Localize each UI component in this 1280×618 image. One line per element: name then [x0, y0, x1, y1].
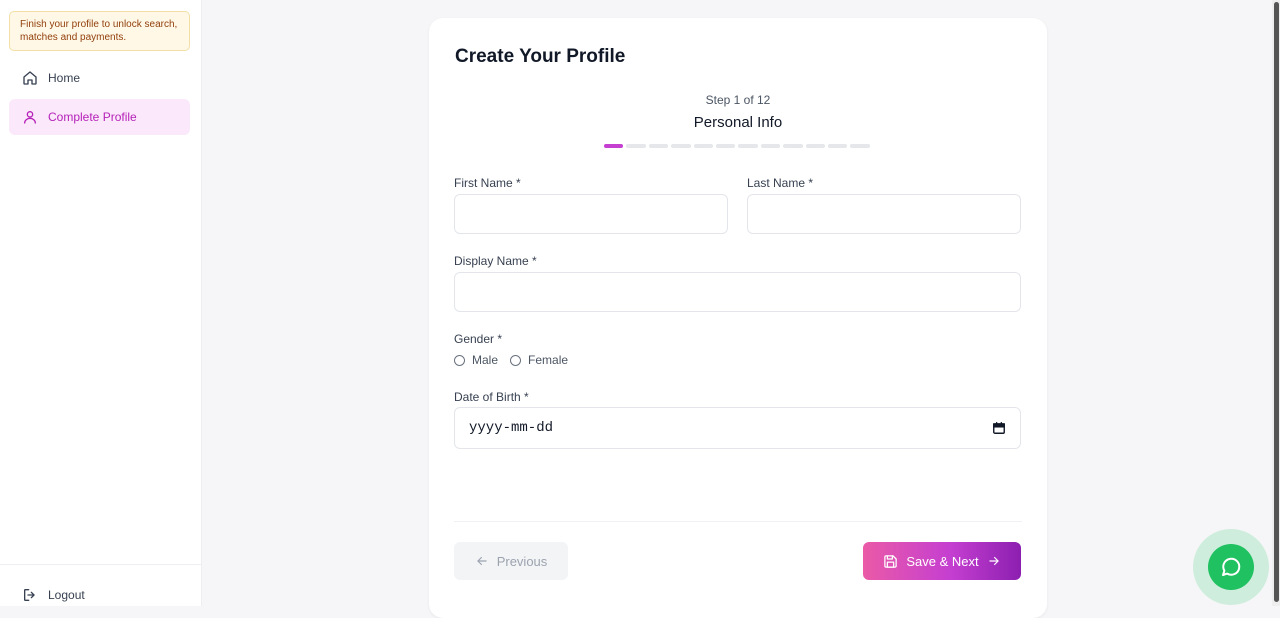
gender-radio-female[interactable]: Female — [510, 353, 568, 367]
page-title: Create Your Profile — [455, 46, 626, 67]
progress-segment — [715, 144, 736, 148]
sidebar-item-label: Home — [48, 71, 81, 85]
step-progress — [604, 144, 870, 148]
save-next-label: Save & Next — [906, 553, 979, 569]
arrow-left-icon — [475, 554, 489, 568]
last-name-label: Last Name * — [747, 176, 814, 190]
calendar-icon[interactable] — [992, 421, 1006, 435]
progress-segment — [626, 144, 646, 148]
previous-label: Previous — [496, 553, 548, 569]
radio-label: Female — [528, 353, 569, 367]
gender-radio-group: Male Female — [454, 353, 580, 367]
profile-incomplete-notice: Finish your profile to unlock search, ma… — [9, 11, 190, 51]
logout-button[interactable]: Logout — [9, 577, 190, 613]
previous-button[interactable]: Previous — [454, 542, 568, 580]
home-icon — [22, 70, 38, 86]
progress-segment — [783, 144, 803, 148]
radio-circle — [454, 354, 465, 366]
scrollbar-thumb[interactable] — [1274, 2, 1279, 602]
chat-icon — [1219, 555, 1243, 579]
sidebar-item-complete-profile[interactable]: Complete Profile — [9, 99, 190, 135]
display-name-label: Display Name * — [454, 254, 537, 268]
step-counter: Step 1 of 12 — [705, 93, 771, 107]
radio-circle — [510, 354, 522, 366]
logout-icon — [22, 587, 38, 603]
progress-segment — [760, 144, 781, 148]
progress-segment — [738, 144, 758, 148]
gender-radio-male[interactable]: Male — [454, 353, 498, 367]
footer-divider — [454, 521, 1022, 522]
gender-label: Gender * — [454, 332, 503, 346]
dob-label: Date of Birth * — [454, 390, 529, 404]
user-icon — [22, 109, 38, 125]
first-name-label: First Name * — [454, 176, 521, 190]
sidebar-item-home[interactable]: Home — [9, 60, 190, 96]
save-next-button[interactable]: Save & Next — [863, 542, 1021, 580]
arrow-right-icon — [987, 554, 1001, 568]
dob-input[interactable]: yyyy-mm-dd — [454, 407, 1021, 449]
radio-label: Male — [472, 353, 499, 367]
progress-segment — [604, 144, 624, 148]
display-name-input[interactable] — [454, 272, 1021, 312]
last-name-input[interactable] — [747, 194, 1021, 234]
progress-segment — [850, 144, 870, 148]
progress-segment — [805, 144, 825, 148]
progress-segment — [827, 144, 848, 148]
profile-form-card: Create Your Profile Step 1 of 12 Persona… — [429, 18, 1047, 618]
progress-segment — [693, 144, 713, 148]
logout-label: Logout — [48, 588, 85, 602]
chat-button[interactable] — [1208, 544, 1254, 590]
first-name-input[interactable] — [454, 194, 728, 234]
sidebar-item-label: Complete Profile — [48, 110, 137, 124]
sidebar-divider — [0, 564, 202, 565]
save-icon — [883, 554, 898, 569]
dob-placeholder: yyyy-mm-dd — [469, 420, 554, 436]
step-name: Personal Info — [693, 114, 783, 131]
progress-segment — [671, 144, 691, 148]
progress-segment — [648, 144, 669, 148]
sidebar: Finish your profile to unlock search, ma… — [0, 0, 202, 606]
